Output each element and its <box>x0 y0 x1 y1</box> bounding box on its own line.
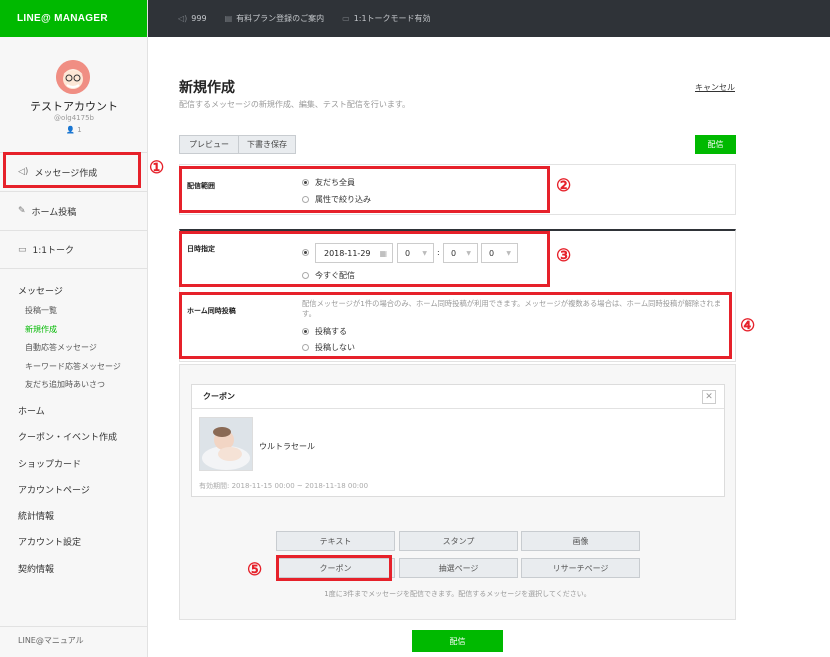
edit-icon: ✎ <box>18 206 26 216</box>
sidebar-footer-manual[interactable]: LINE@マニュアル <box>0 626 148 654</box>
notification-item[interactable]: ◁) 999 <box>178 14 207 23</box>
sidebar-item[interactable]: 統計情報 <box>18 504 148 530</box>
notification-count: 999 <box>191 14 207 23</box>
person-icon: 👤 <box>66 126 78 134</box>
type-stamp-button[interactable]: スタンプ <box>399 531 518 551</box>
chat-icon: ▭ <box>18 244 27 255</box>
cancel-link[interactable]: キャンセル <box>695 82 735 93</box>
avatar-face-icon <box>56 60 90 94</box>
send-button-bottom[interactable]: 配信 <box>412 630 503 652</box>
sidebar-item[interactable]: クーポン・イベント作成 <box>18 425 148 451</box>
talk-mode-label: 1:1トークモード有効 <box>353 14 431 23</box>
side-nav: ◁) メッセージ作成 ✎ ホーム投稿 ▭ 1:1トーク メッセージ 投稿一覧 新規作成… <box>0 152 148 583</box>
sidebar-item-home-post[interactable]: ✎ ホーム投稿 <box>0 191 148 230</box>
sidebar-item[interactable]: 契約情報 <box>18 557 148 583</box>
sidebar-heading-messages: メッセージ <box>18 287 63 297</box>
sidebar-messages-section: メッセージ 投稿一覧 新規作成 自動応答メッセージ キーワード応答メッセージ 友… <box>0 284 148 583</box>
sidebar-sub-item-active[interactable]: 新規作成 <box>18 321 148 340</box>
sidebar-sub-item[interactable]: キーワード応答メッセージ <box>18 358 148 377</box>
coupon-thumbnail <box>199 417 253 471</box>
annotation-4: ④ <box>740 316 756 336</box>
page-title: 新規作成 <box>179 80 235 96</box>
sidebar-item[interactable]: ホーム <box>18 399 148 425</box>
highlight-box-4 <box>179 292 732 359</box>
sidebar-item-talk[interactable]: ▭ 1:1トーク <box>0 230 148 269</box>
annotation-5: ⑤ <box>247 560 263 580</box>
close-icon[interactable]: ✕ <box>702 390 716 404</box>
page-description: 配信するメッセージの新規作成、編集、テスト配信を行います。 <box>179 100 411 109</box>
annotation-3: ③ <box>556 246 572 266</box>
coupon-validity: 有効期間: 2018-11-15 00:00 ~ 2018-11-18 00:0… <box>199 482 369 490</box>
baby-photo-icon <box>200 418 252 470</box>
speaker-icon: ◁) <box>178 14 188 23</box>
annotation-1: ① <box>149 158 165 178</box>
sidebar-item[interactable]: アカウント設定 <box>18 530 148 556</box>
send-button-top[interactable]: 配信 <box>695 135 736 154</box>
highlight-box-1 <box>3 152 141 188</box>
coupon-header: クーポン <box>192 385 724 409</box>
sidebar-item[interactable]: アカウントページ <box>18 478 148 504</box>
coupon-title: ウルトラセール <box>259 442 315 451</box>
talk-mode-status[interactable]: ▭ 1:1トークモード有効 <box>342 13 430 24</box>
highlight-box-2 <box>179 166 550 213</box>
highlight-box-3 <box>179 231 550 287</box>
chat-icon: ▭ <box>342 14 350 23</box>
message-hint: 1度に3件までメッセージを配信できます。配信するメッセージを選択してください。 <box>324 590 591 598</box>
highlight-box-5 <box>276 555 392 581</box>
annotation-2: ② <box>556 176 572 196</box>
sidebar-item[interactable]: ショップカード <box>18 452 148 478</box>
draft-save-button[interactable]: 下書き保存 <box>238 135 296 154</box>
plan-link[interactable]: ▤ 有料プラン登録のご案内 <box>225 13 325 24</box>
preview-button[interactable]: プレビュー <box>179 135 239 154</box>
coupon-card: クーポン ✕ ウルトラセール 有効期間: 2018-11-15 00:00 ~ … <box>191 384 725 497</box>
sidebar: LINE@ MANAGER テストアカウント @olg4175b 👤 1 ◁) メ… <box>0 0 148 657</box>
sidebar-sub-item[interactable]: 友だち追加時あいさつ <box>18 376 148 395</box>
friend-count: 👤 1 <box>0 126 148 134</box>
account-id: @olg4175b <box>54 114 94 122</box>
avatar[interactable] <box>56 60 90 94</box>
type-lottery-button[interactable]: 抽選ページ <box>399 558 518 578</box>
sidebar-item-label: 1:1トーク <box>32 246 75 256</box>
brand-logo[interactable]: LINE@ MANAGER <box>0 0 147 37</box>
friend-count-value: 1 <box>77 126 82 134</box>
account-name: テストアカウント <box>30 100 118 113</box>
type-image-button[interactable]: 画像 <box>521 531 640 551</box>
sidebar-sub-item[interactable]: 投稿一覧 <box>18 302 148 321</box>
top-bar: ◁) 999 ▤ 有料プラン登録のご案内 ▭ 1:1トークモード有効 <box>148 0 830 37</box>
type-research-button[interactable]: リサーチページ <box>521 558 640 578</box>
doc-icon: ▤ <box>224 14 233 23</box>
plan-label: 有料プラン登録のご案内 <box>236 14 325 23</box>
sidebar-item-label: ホーム投稿 <box>31 207 77 218</box>
sidebar-sub-item[interactable]: 自動応答メッセージ <box>18 339 148 358</box>
type-text-button[interactable]: テキスト <box>276 531 395 551</box>
